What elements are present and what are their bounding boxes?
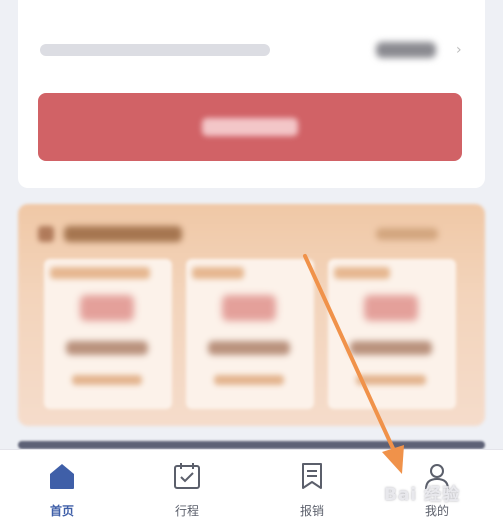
coupon-name-blurred bbox=[350, 341, 432, 355]
content-divider-strip bbox=[18, 441, 485, 449]
coupon-amount-blurred bbox=[80, 295, 134, 321]
search-action-blurred[interactable] bbox=[376, 42, 436, 58]
search-card: › bbox=[18, 0, 485, 188]
coupon-sub-blurred bbox=[72, 375, 142, 385]
receipt-icon bbox=[302, 463, 322, 489]
tab-home[interactable]: 首页 bbox=[22, 460, 102, 522]
tab-home-label: 首页 bbox=[49, 504, 74, 518]
coupon-panel-icon bbox=[38, 226, 54, 242]
coupon-amount-blurred bbox=[364, 295, 418, 321]
coupon-sub-blurred bbox=[356, 375, 426, 385]
coupon-name-blurred bbox=[66, 341, 148, 355]
coupon-tag-blurred bbox=[334, 267, 390, 279]
coupon-panel bbox=[18, 204, 485, 426]
coupon-panel-more-blurred[interactable] bbox=[376, 228, 438, 240]
coupon-tag-blurred bbox=[50, 267, 150, 279]
search-row[interactable]: › bbox=[40, 36, 462, 66]
tab-expense[interactable]: 报销 bbox=[272, 460, 352, 522]
coupon-name-blurred bbox=[208, 341, 290, 355]
coupon-sub-blurred bbox=[214, 375, 284, 385]
tab-trip-label: 行程 bbox=[174, 504, 199, 518]
tab-expense-label: 报销 bbox=[299, 504, 324, 518]
primary-action-label-blurred bbox=[202, 118, 298, 136]
coupon-panel-title-blurred bbox=[64, 226, 182, 242]
coupon-card[interactable] bbox=[328, 259, 456, 409]
chevron-right-icon: › bbox=[456, 42, 462, 58]
tab-trip[interactable]: 行程 bbox=[147, 460, 227, 522]
coupon-card[interactable] bbox=[44, 259, 172, 409]
primary-action-button[interactable] bbox=[38, 93, 462, 161]
watermark-logo: Bai 经验 bbox=[384, 485, 461, 505]
calendar-check-icon bbox=[174, 463, 200, 489]
coupon-card[interactable] bbox=[186, 259, 314, 409]
search-placeholder-blurred bbox=[40, 44, 270, 56]
coupon-amount-blurred bbox=[222, 295, 276, 321]
coupon-tag-blurred bbox=[192, 267, 244, 279]
home-icon bbox=[50, 464, 74, 489]
